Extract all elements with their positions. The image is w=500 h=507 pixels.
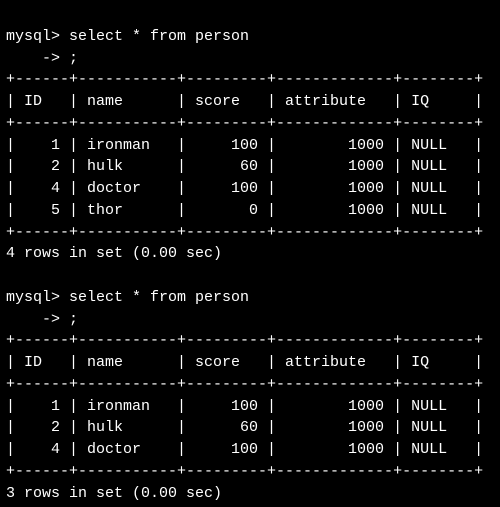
table-header: | ID | name | score | attribute | IQ | (6, 354, 483, 371)
query-block-1: mysql> select * from person -> ; +------… (6, 28, 483, 263)
result-summary: 3 rows in set (0.00 sec) (6, 485, 222, 502)
table-border: +------+-----------+---------+----------… (6, 71, 483, 88)
table-border: +------+-----------+---------+----------… (6, 332, 483, 349)
table-row: | 4 | doctor | 100 | 1000 | NULL | (6, 180, 483, 197)
table-border: +------+-----------+---------+----------… (6, 463, 483, 480)
mysql-prompt[interactable]: mysql> (6, 289, 60, 306)
mysql-prompt[interactable]: mysql> (6, 28, 60, 45)
terminal-output: mysql> select * from person -> ; +------… (0, 0, 500, 507)
table-border: +------+-----------+---------+----------… (6, 376, 483, 393)
table-row: | 1 | ironman | 100 | 1000 | NULL | (6, 137, 483, 154)
sql-statement-end: ; (60, 50, 78, 67)
continuation-prompt[interactable]: -> (6, 311, 60, 328)
table-border: +------+-----------+---------+----------… (6, 115, 483, 132)
sql-statement: select * from person (60, 28, 249, 45)
table-header: | ID | name | score | attribute | IQ | (6, 93, 483, 110)
table-border: +------+-----------+---------+----------… (6, 224, 483, 241)
table-row: | 4 | doctor | 100 | 1000 | NULL | (6, 441, 483, 458)
sql-statement-end: ; (60, 311, 78, 328)
table-row: | 5 | thor | 0 | 1000 | NULL | (6, 202, 483, 219)
table-row: | 2 | hulk | 60 | 1000 | NULL | (6, 419, 483, 436)
query-block-2: mysql> select * from person -> ; +------… (6, 289, 483, 502)
table-row: | 1 | ironman | 100 | 1000 | NULL | (6, 398, 483, 415)
result-summary: 4 rows in set (0.00 sec) (6, 245, 222, 262)
continuation-prompt[interactable]: -> (6, 50, 60, 67)
sql-statement: select * from person (60, 289, 249, 306)
table-row: | 2 | hulk | 60 | 1000 | NULL | (6, 158, 483, 175)
